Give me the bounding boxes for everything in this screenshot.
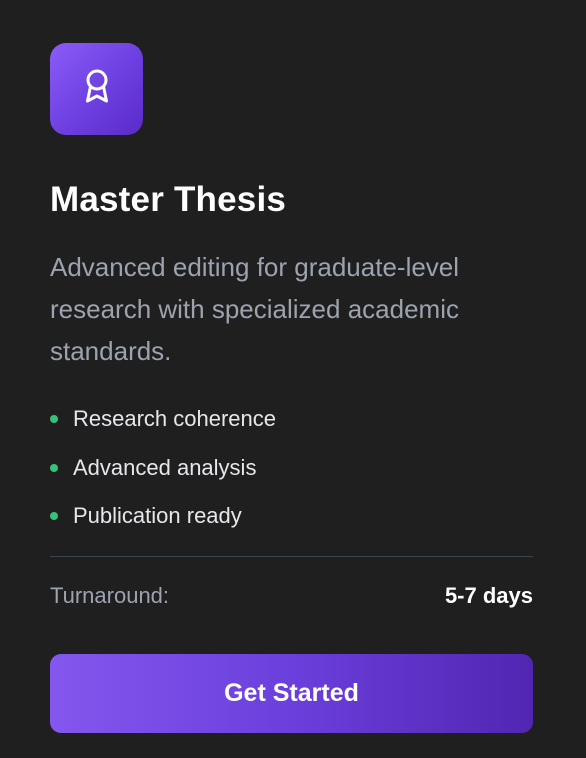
feature-label: Publication ready bbox=[73, 503, 242, 529]
feature-label: Advanced analysis bbox=[73, 454, 257, 480]
award-ribbon-icon bbox=[80, 67, 114, 112]
feature-list: Research coherence Advanced analysis Pub… bbox=[50, 395, 276, 541]
bullet-dot-icon bbox=[50, 512, 58, 521]
feature-item: Research coherence bbox=[50, 395, 276, 444]
turnaround-value: 5-7 days bbox=[444, 583, 533, 608]
service-icon-tile bbox=[50, 43, 143, 135]
divider bbox=[50, 556, 533, 557]
feature-item: Advanced analysis bbox=[50, 444, 276, 493]
bullet-dot-icon bbox=[50, 415, 58, 424]
get-started-button[interactable]: Get Started bbox=[50, 654, 533, 733]
turnaround-label: Turnaround: bbox=[50, 583, 170, 608]
service-card: Master Thesis Advanced editing for gradu… bbox=[0, 0, 586, 758]
feature-item: Publication ready bbox=[50, 492, 276, 541]
feature-label: Research coherence bbox=[73, 406, 277, 432]
card-title: Master Thesis bbox=[50, 180, 287, 219]
card-description: Advanced editing for graduate-level rese… bbox=[50, 252, 460, 366]
bullet-dot-icon bbox=[50, 463, 58, 472]
